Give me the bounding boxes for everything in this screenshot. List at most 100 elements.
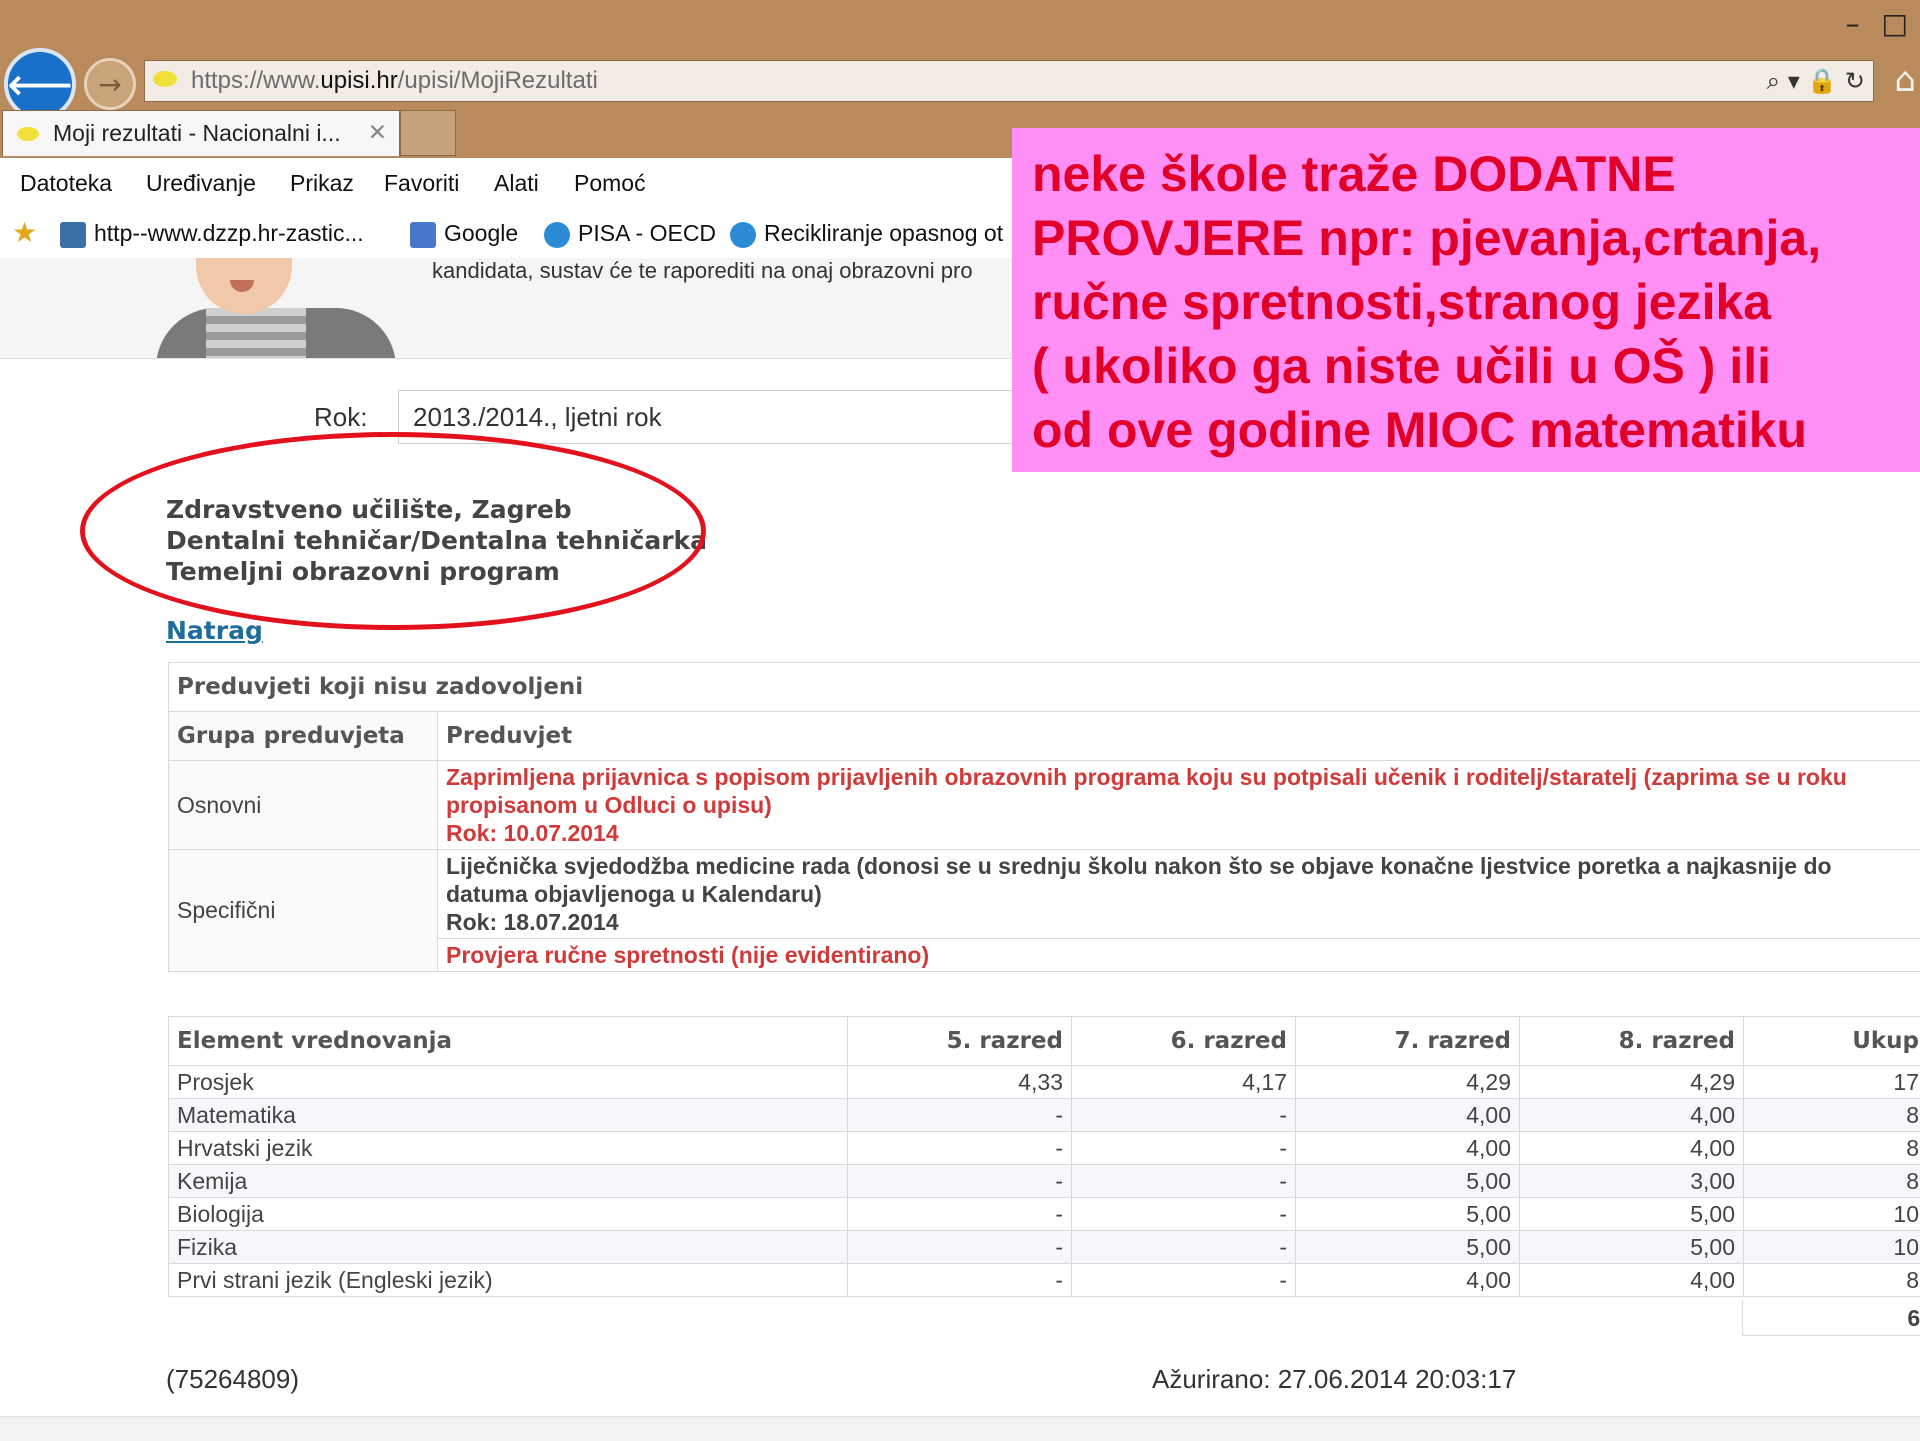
cell-grade: -	[1072, 1165, 1296, 1198]
favorite-label: PISA - OECD	[578, 220, 716, 246]
col-header-group: Grupa preduvjeta	[169, 712, 438, 761]
address-tools[interactable]: ⌕ ▾ 🔒 ↻	[1767, 61, 1865, 101]
prereq-basic-deadline: Rok: 10.07.2014	[446, 819, 1919, 847]
favorite-item-google[interactable]: Google	[410, 208, 518, 258]
cell-grade: 4,00	[1296, 1099, 1520, 1132]
col-header-total: Ukup	[1744, 1017, 1920, 1066]
cell-grade: 4,17	[1072, 1066, 1296, 1099]
cell-grade: 4,29	[1520, 1066, 1744, 1099]
cell-total: 8	[1744, 1132, 1920, 1165]
cell-grade: -	[848, 1165, 1072, 1198]
back-link[interactable]: Natrag	[166, 616, 263, 645]
annotation-line: PROVJERE npr: pjevanja,crtanja,	[1032, 206, 1920, 270]
updated-timestamp: Ažurirano: 27.06.2014 20:03:17	[1152, 1364, 1516, 1395]
banner-scarf	[206, 308, 306, 359]
favorites-star-icon[interactable]: ★	[12, 208, 37, 258]
prereq-basic: Zaprimljena prijavnica s popisom prijavl…	[438, 761, 1920, 850]
favorite-item-recikliranje[interactable]: Recikliranje opasnog ot	[730, 208, 1003, 258]
highlight-ellipse	[80, 432, 706, 630]
page-icon	[60, 222, 86, 248]
cell-grade: -	[848, 1231, 1072, 1264]
col-header-element: Element vrednovanja	[169, 1017, 848, 1066]
url-host: upisi.hr	[320, 67, 397, 94]
cell-total: 8	[1744, 1099, 1920, 1132]
site-icon	[153, 71, 177, 87]
group-basic: Osnovni	[169, 761, 438, 850]
table-row: Prvi strani jezik (Engleski jezik) - - 4…	[169, 1264, 1920, 1297]
banner-text: kandidata, sustav će te raporediti na on…	[432, 258, 973, 284]
cell-total: 8	[1744, 1264, 1920, 1297]
col-header-prereq: Preduvjet	[438, 712, 1920, 761]
new-tab-button[interactable]	[400, 110, 456, 156]
cell-grade: 4,33	[848, 1066, 1072, 1099]
favorite-item-dzzp[interactable]: http--www.dzzp.hr-zastic...	[60, 208, 364, 258]
cell-subject: Matematika	[169, 1099, 848, 1132]
favorite-label: Google	[444, 220, 518, 246]
group-specific: Specifični	[169, 850, 438, 972]
page-footer	[0, 1416, 1920, 1441]
cell-subject: Hrvatski jezik	[169, 1132, 848, 1165]
forward-arrow-icon: →	[98, 68, 121, 101]
menu-datoteka[interactable]: Datoteka	[20, 158, 112, 208]
favorite-label: Recikliranje opasnog ot	[764, 220, 1003, 246]
close-icon[interactable]: ✕	[368, 111, 387, 155]
annotation-line: od ove godine MIOC matematiku	[1032, 398, 1920, 462]
col-header-grade8: 8. razred	[1520, 1017, 1744, 1066]
cell-grade: -	[1072, 1198, 1296, 1231]
table-row: Kemija - - 5,00 3,00 8	[169, 1165, 1920, 1198]
annotation-line: neke škole traže DODATNE	[1032, 142, 1920, 206]
cell-total: 8	[1744, 1165, 1920, 1198]
window-controls: –□	[1824, 10, 1908, 38]
cell-grade: 4,00	[1520, 1099, 1744, 1132]
cell-grade: 5,00	[1296, 1231, 1520, 1264]
cell-grade: 5,00	[1296, 1165, 1520, 1198]
prereq-caption: Preduvjeti koji nisu zadovoljeni	[169, 663, 1920, 712]
grades-header-row: Element vrednovanja 5. razred 6. razred …	[169, 1017, 1920, 1066]
cell-grade: 3,00	[1520, 1165, 1744, 1198]
cell-grade: 5,00	[1520, 1198, 1744, 1231]
menu-uredivanje[interactable]: Uređivanje	[146, 158, 256, 208]
minimize-button[interactable]: –	[1846, 7, 1860, 40]
cell-grade: 4,00	[1296, 1264, 1520, 1297]
annotation-callout: neke škole traže DODATNE PROVJERE npr: p…	[1012, 128, 1920, 472]
application-code: (75264809)	[166, 1364, 299, 1395]
prereq-specific-text: Liječnička svjedodžba medicine rada (don…	[446, 852, 1919, 908]
favorite-item-pisa[interactable]: PISA - OECD	[544, 208, 716, 258]
cell-grade: 4,29	[1296, 1066, 1520, 1099]
ie-icon	[544, 222, 570, 248]
table-row: Fizika - - 5,00 5,00 10	[169, 1231, 1920, 1264]
url-path: /upisi/MojiRezultati	[398, 67, 598, 94]
cell-grade: 4,00	[1520, 1132, 1744, 1165]
col-header-grade5: 5. razred	[848, 1017, 1072, 1066]
tab-moji-rezultati[interactable]: Moji rezultati - Nacionalni i... ✕	[2, 110, 400, 156]
address-bar[interactable]: https://www.upisi.hr/upisi/MojiRezultati…	[144, 60, 1874, 102]
prerequisites-table: Preduvjeti koji nisu zadovoljeni Grupa p…	[168, 662, 1920, 972]
cell-grade: -	[848, 1132, 1072, 1165]
menu-prikaz[interactable]: Prikaz	[290, 158, 354, 208]
cell-grade: -	[1072, 1132, 1296, 1165]
back-arrow-icon: ⟵	[7, 57, 73, 111]
menu-favoriti[interactable]: Favoriti	[384, 158, 459, 208]
cell-total: 17	[1744, 1066, 1920, 1099]
annotation-line: ručne spretnosti,stranog jezika	[1032, 270, 1920, 334]
menu-pomoc[interactable]: Pomoć	[574, 158, 646, 208]
table-row: Specifični Liječnička svjedodžba medicin…	[169, 850, 1920, 939]
table-row: Biologija - - 5,00 5,00 10	[169, 1198, 1920, 1231]
url-text[interactable]: https://www.upisi.hr/upisi/MojiRezultati	[191, 61, 598, 101]
cell-grade: -	[848, 1099, 1072, 1132]
cell-grade: 4,00	[1520, 1264, 1744, 1297]
cell-subject: Biologija	[169, 1198, 848, 1231]
cell-grade: 5,00	[1296, 1198, 1520, 1231]
menu-alati[interactable]: Alati	[494, 158, 539, 208]
prereq-check-text: Provjera ručne spretnosti (nije evidenti…	[446, 941, 1919, 969]
home-icon[interactable]: ⌂	[1894, 60, 1916, 100]
cell-grade: -	[848, 1198, 1072, 1231]
grades-table: Element vrednovanja 5. razred 6. razred …	[168, 1016, 1920, 1297]
col-header-grade7: 7. razred	[1296, 1017, 1520, 1066]
maximize-button[interactable]: □	[1882, 7, 1908, 40]
cell-grade: 4,00	[1296, 1132, 1520, 1165]
table-row: Osnovni Zaprimljena prijavnica s popisom…	[169, 761, 1920, 850]
google-icon	[410, 222, 436, 248]
cell-subject: Fizika	[169, 1231, 848, 1264]
forward-button[interactable]: →	[84, 58, 136, 110]
